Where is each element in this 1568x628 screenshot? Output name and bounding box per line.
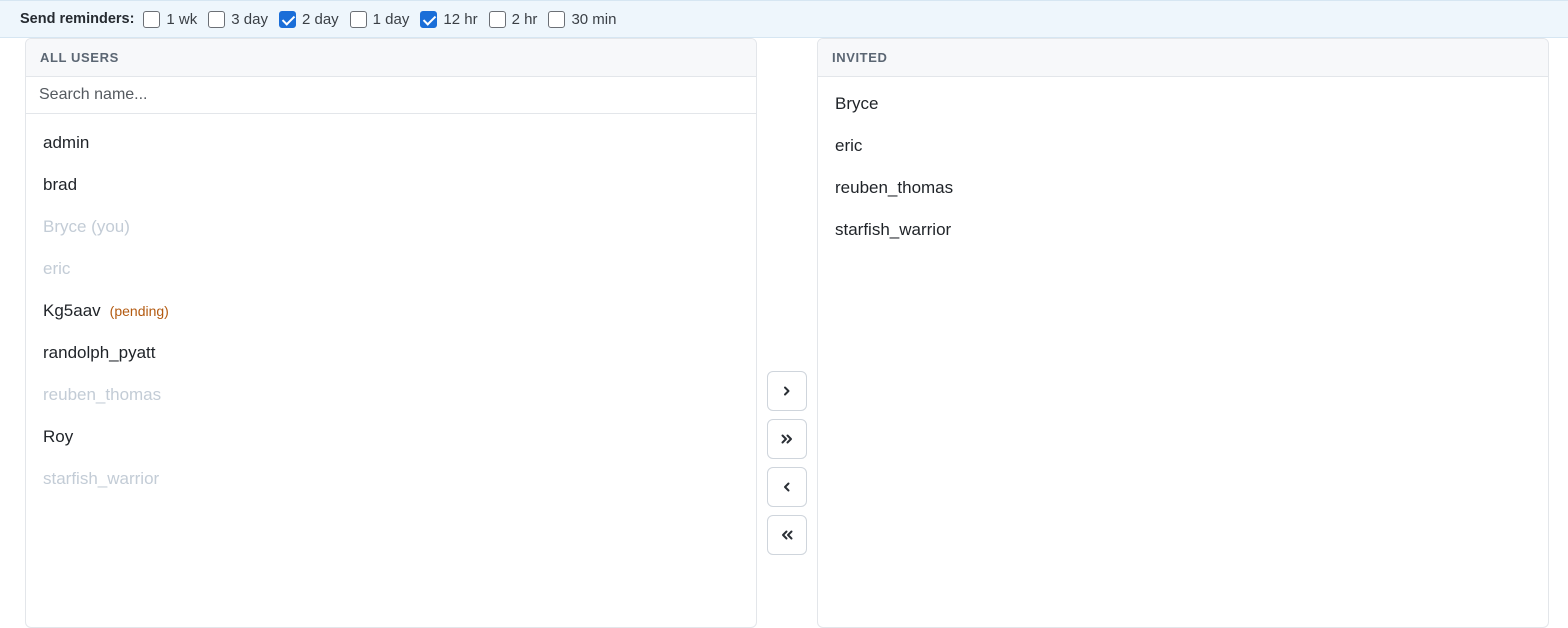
- checkbox[interactable]: [278, 10, 296, 28]
- user-name: starfish_warrior: [43, 469, 160, 488]
- invited-item-bryce[interactable]: Bryce: [818, 83, 1548, 125]
- all-users-panel: ALL USERS admin brad Bryce (you) eric Kg…: [25, 38, 757, 628]
- reminder-bar: Send reminders: 1 wk 3 day 2 day 1 day 1…: [0, 0, 1568, 38]
- user-item-starfish-warrior: starfish_warrior: [26, 458, 756, 500]
- checkbox[interactable]: [143, 10, 161, 28]
- reminder-option-label: 3 day: [231, 10, 268, 28]
- all-users-header: ALL USERS: [26, 39, 756, 77]
- reminder-option-3day[interactable]: 3 day: [208, 10, 268, 28]
- move-selected-right-button[interactable]: [767, 371, 807, 411]
- user-name: Roy: [43, 427, 74, 446]
- user-item-eric: eric: [26, 248, 756, 290]
- invited-item-starfish-warrior[interactable]: starfish_warrior: [818, 209, 1548, 251]
- user-item-randolph-pyatt[interactable]: randolph_pyatt: [26, 332, 756, 374]
- reminder-option-label: 2 hr: [511, 10, 538, 28]
- checkbox[interactable]: [349, 10, 367, 28]
- user-name: reuben_thomas: [835, 178, 954, 197]
- user-item-reuben-thomas: reuben_thomas: [26, 374, 756, 416]
- user-item-admin[interactable]: admin: [26, 122, 756, 164]
- user-name: Kg5aav: [43, 301, 101, 320]
- reminder-option-label: 30 min: [571, 10, 617, 28]
- reminder-label: Send reminders:: [20, 11, 135, 27]
- move-all-right-button[interactable]: [767, 419, 807, 459]
- invited-list: Bryce eric reuben_thomas starfish_warrio…: [818, 77, 1548, 251]
- invited-item-eric[interactable]: eric: [818, 125, 1548, 167]
- user-name: admin: [43, 133, 90, 152]
- user-item-brad[interactable]: brad: [26, 164, 756, 206]
- checkbox[interactable]: [548, 10, 566, 28]
- user-name: randolph_pyatt: [43, 343, 156, 362]
- reminder-option-label: 2 day: [301, 10, 339, 28]
- invited-panel: INVITED Bryce eric reuben_thomas starfis…: [817, 38, 1549, 628]
- user-name: Bryce (you): [43, 217, 130, 236]
- reminder-option-2hr[interactable]: 2 hr: [488, 10, 538, 28]
- user-item-bryce: Bryce (you): [26, 206, 756, 248]
- user-name: eric: [835, 136, 863, 155]
- double-chevron-left-icon: [782, 530, 793, 540]
- all-users-list: admin brad Bryce (you) eric Kg5aav (pend…: [26, 114, 756, 500]
- double-chevron-right-icon: [781, 434, 792, 444]
- invited-header: INVITED: [818, 39, 1548, 77]
- chevron-right-icon: [784, 386, 790, 396]
- reminder-option-label: 1 wk: [166, 10, 198, 28]
- user-name: brad: [43, 175, 78, 194]
- reminder-option-30min[interactable]: 30 min: [548, 10, 617, 28]
- user-name: starfish_warrior: [835, 220, 952, 239]
- move-selected-left-button[interactable]: [767, 467, 807, 507]
- reminder-option-2day[interactable]: 2 day: [278, 10, 339, 28]
- reminder-option-1wk[interactable]: 1 wk: [143, 10, 198, 28]
- search-bar: [26, 77, 756, 114]
- pending-badge: (pending): [109, 303, 169, 319]
- chevron-left-icon: [784, 482, 790, 492]
- reminder-option-label: 1 day: [372, 10, 410, 28]
- move-all-left-button[interactable]: [767, 515, 807, 555]
- user-item-roy[interactable]: Roy: [26, 416, 756, 458]
- reminder-option-1day[interactable]: 1 day: [349, 10, 410, 28]
- reminder-option-12hr[interactable]: 12 hr: [420, 10, 478, 28]
- checkbox[interactable]: [420, 10, 438, 28]
- checkbox[interactable]: [488, 10, 506, 28]
- user-name: eric: [43, 259, 71, 278]
- user-name: reuben_thomas: [43, 385, 162, 404]
- user-item-kg5aav[interactable]: Kg5aav (pending): [26, 290, 756, 332]
- invited-item-reuben-thomas[interactable]: reuben_thomas: [818, 167, 1548, 209]
- checkbox[interactable]: [208, 10, 226, 28]
- user-name: Bryce: [835, 94, 879, 113]
- reminder-option-label: 12 hr: [443, 10, 478, 28]
- search-input[interactable]: [26, 77, 756, 113]
